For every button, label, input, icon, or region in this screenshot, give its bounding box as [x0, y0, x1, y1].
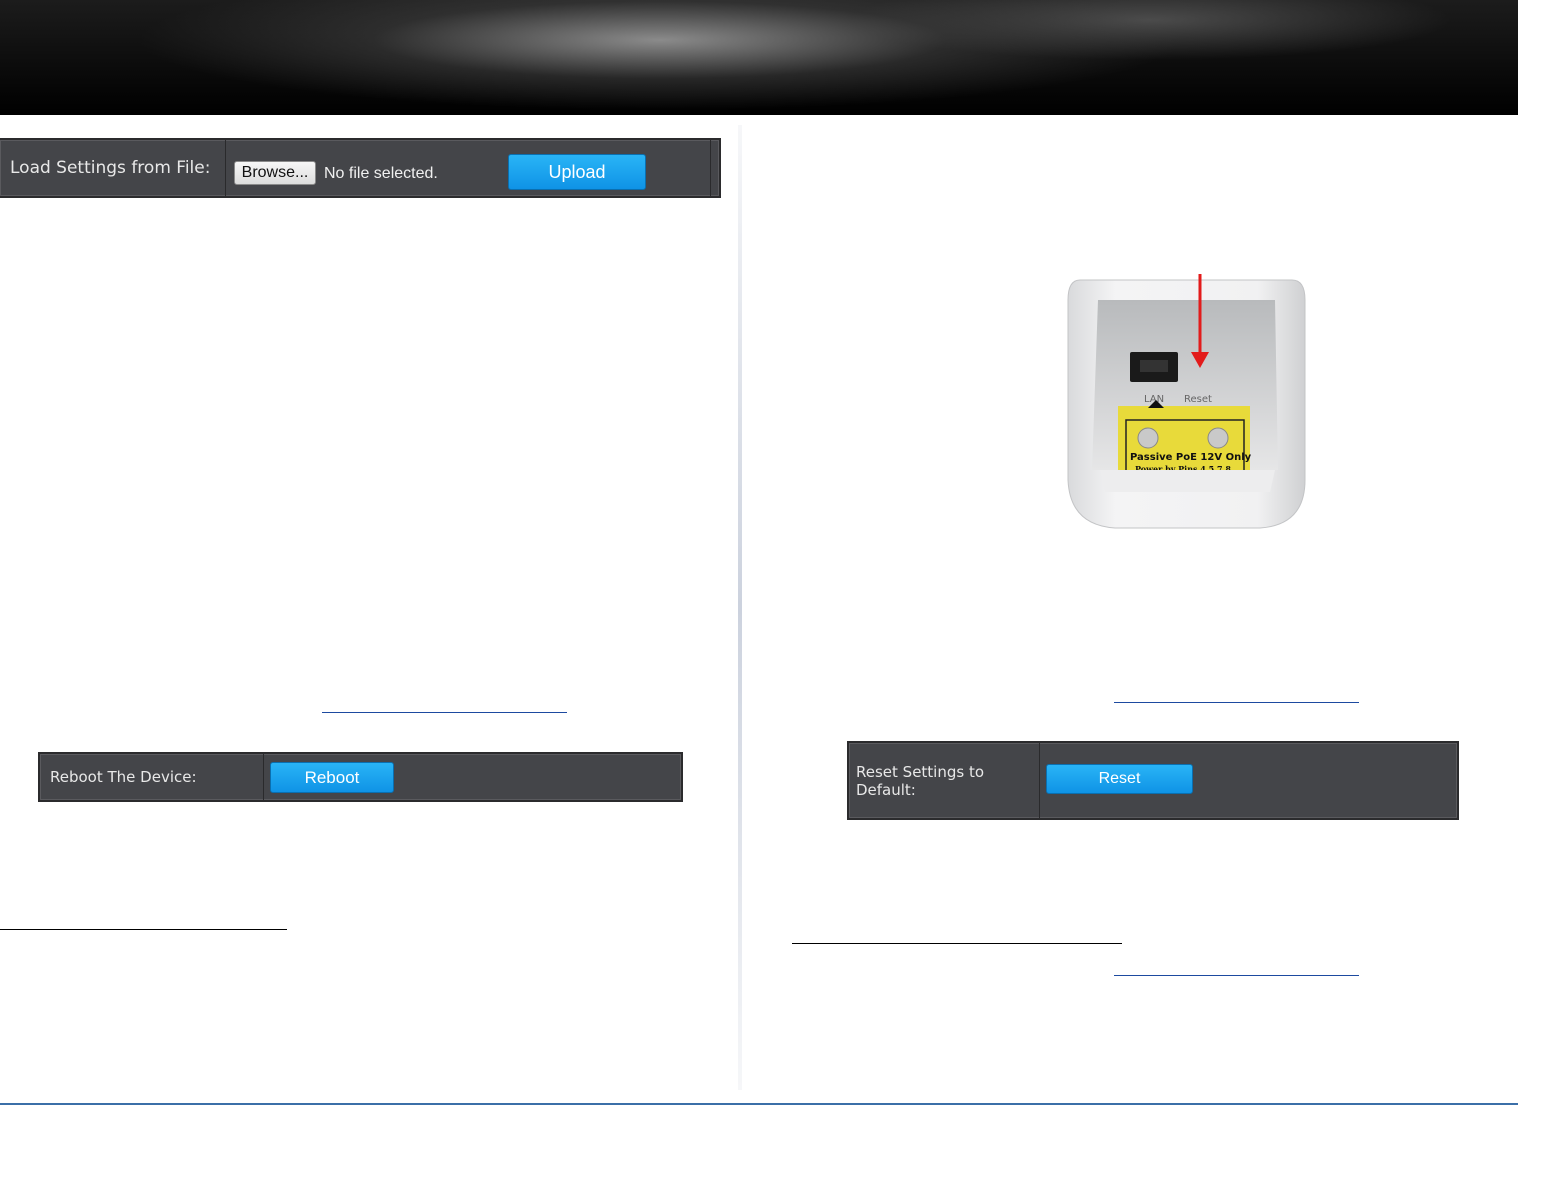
reset-panel: Reset Settings to Default: Reset: [847, 741, 1459, 820]
panel-right-edge: [710, 140, 711, 196]
load-settings-value: Browse... No file selected. Upload: [226, 140, 719, 196]
reboot-button[interactable]: Reboot: [270, 762, 394, 793]
reset-value: Reset: [1040, 743, 1457, 818]
load-settings-panel: Load Settings from File: Browse... No fi…: [0, 138, 721, 198]
file-status-text: No file selected.: [324, 165, 438, 182]
browse-button[interactable]: Browse...: [234, 161, 316, 185]
header-banner: [0, 0, 1518, 115]
heading-underline-right: [792, 943, 1122, 944]
photo-reset-label: Reset: [1184, 394, 1212, 405]
load-settings-label: Load Settings from File:: [0, 140, 226, 196]
column-divider: [738, 125, 742, 1090]
footer-rule: [0, 1103, 1518, 1105]
heading-underline-left: [0, 929, 287, 930]
reset-button[interactable]: Reset: [1046, 764, 1193, 794]
reset-label: Reset Settings to Default:: [849, 743, 1040, 818]
device-reset-photo: LAN Reset Passive PoE 12V Only Power by …: [1067, 274, 1306, 529]
reboot-panel: Reboot The Device: Reboot: [38, 752, 683, 802]
link-underline-left[interactable]: [322, 712, 567, 713]
link-underline-right-bottom[interactable]: [1114, 975, 1359, 976]
upload-button[interactable]: Upload: [508, 154, 646, 190]
reboot-value: Reboot: [264, 754, 681, 800]
sticker-line1: Passive PoE 12V Only: [1130, 452, 1252, 463]
reboot-label: Reboot The Device:: [40, 754, 264, 800]
link-underline-right-top[interactable]: [1114, 702, 1359, 703]
